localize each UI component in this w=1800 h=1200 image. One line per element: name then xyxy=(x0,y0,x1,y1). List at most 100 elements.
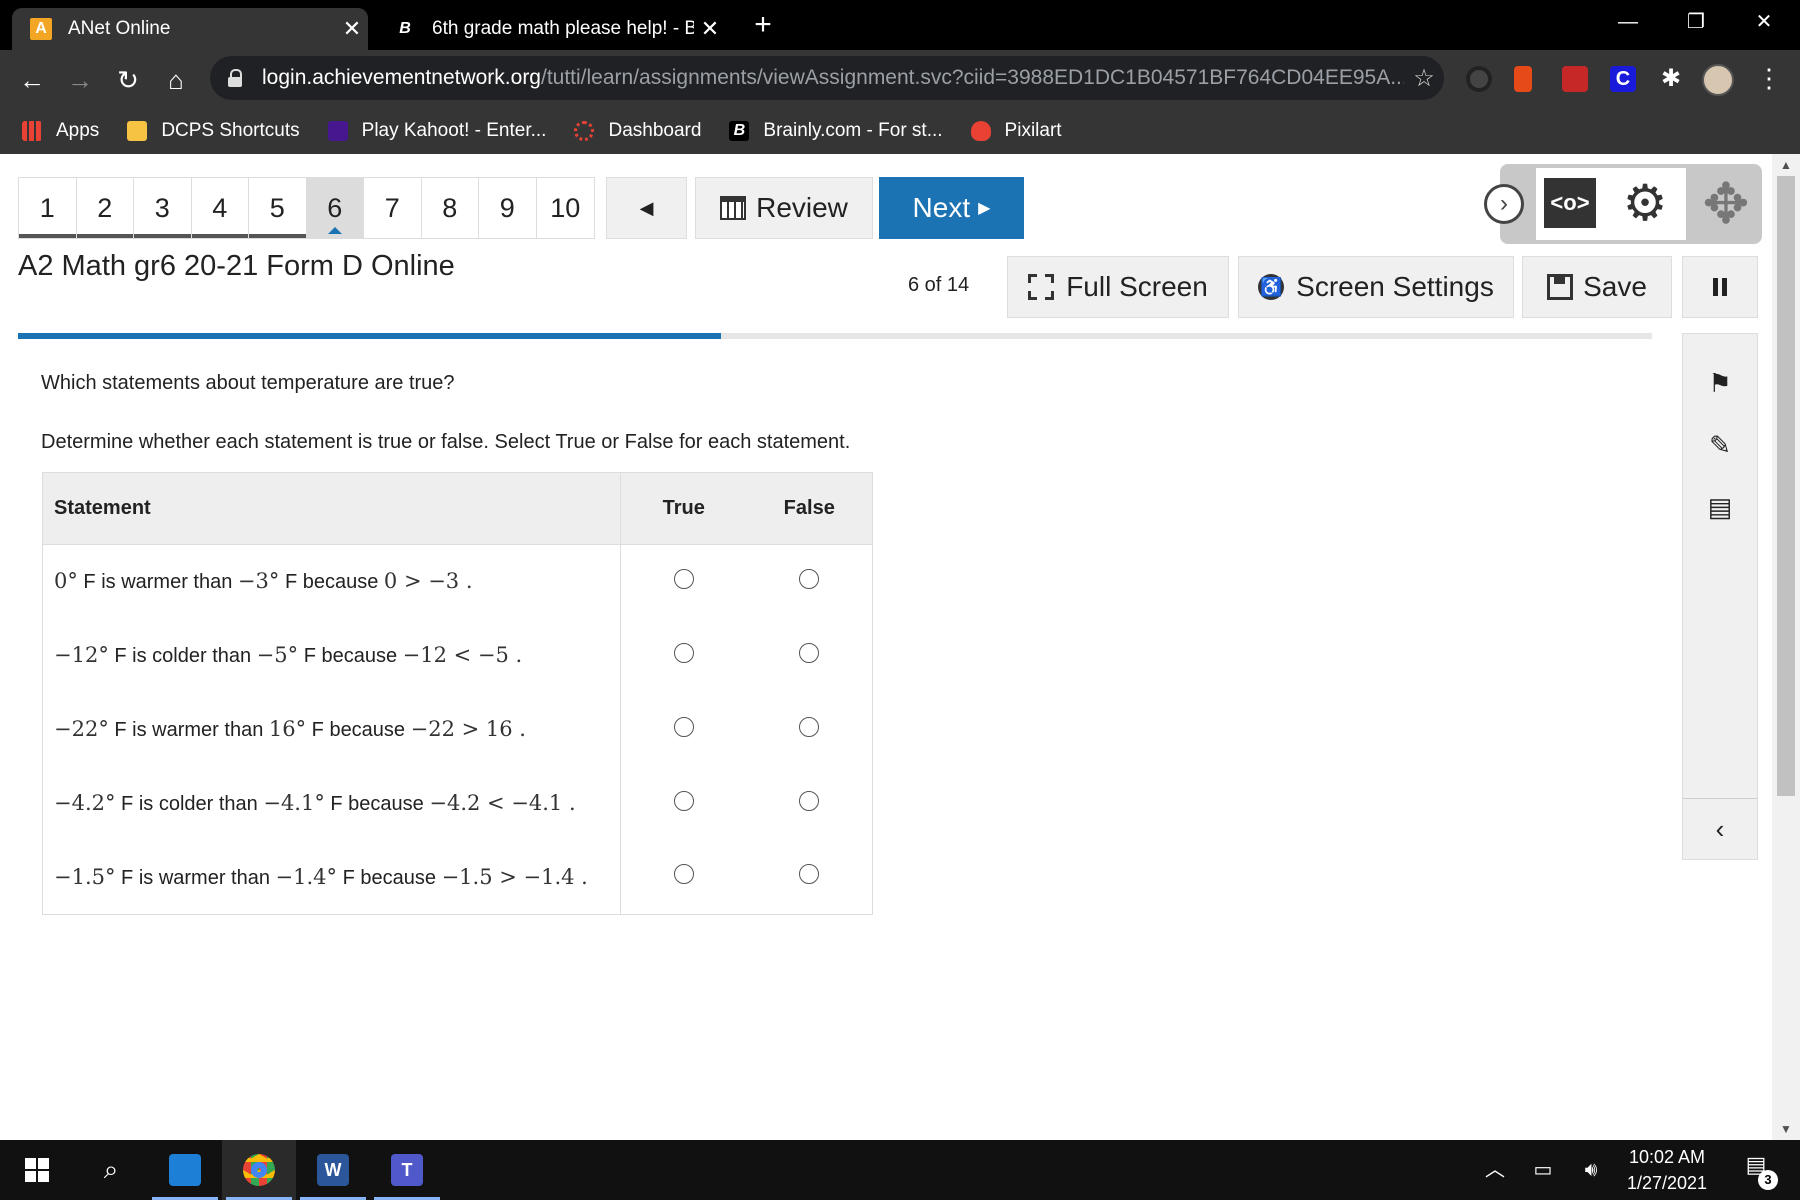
move-arrows-icon[interactable]: ✥ xyxy=(1696,176,1756,232)
bookmark-kahoot[interactable]: Play Kahoot! - Enter... xyxy=(327,120,546,142)
false-radio[interactable] xyxy=(799,716,820,737)
question-number-button[interactable]: 9 xyxy=(479,178,537,238)
minimize-window-button[interactable]: — xyxy=(1598,6,1658,38)
side-tools-bar: ⚑ ✎ ▤ ‹ xyxy=(1682,333,1758,860)
question-number-button[interactable]: 4 xyxy=(191,178,249,238)
question-number-button[interactable]: 8 xyxy=(422,178,479,238)
scroll-up-arrow-icon[interactable]: ▲ xyxy=(1772,158,1800,172)
eye-masking-icon[interactable]: <o> xyxy=(1544,178,1596,228)
reload-icon[interactable]: ↻ xyxy=(110,62,146,98)
next-button[interactable]: Next ▶ xyxy=(879,177,1024,239)
false-radio[interactable] xyxy=(799,864,820,885)
address-bar[interactable]: login.achievementnetwork.org/tutti/learn… xyxy=(210,56,1444,100)
battery-icon[interactable]: ▭ xyxy=(1528,1140,1558,1200)
true-radio[interactable] xyxy=(673,568,694,589)
question-number-button[interactable]: 2 xyxy=(76,178,134,238)
question-number-button-current[interactable]: 6 xyxy=(306,178,364,238)
bookmark-apps[interactable]: Apps xyxy=(22,120,99,142)
close-tab-icon[interactable]: ✕ xyxy=(694,16,726,42)
save-label: Save xyxy=(1583,271,1647,302)
volume-icon[interactable]: 🔊︎ xyxy=(1576,1140,1606,1200)
false-radio[interactable] xyxy=(799,568,820,589)
notification-center-icon[interactable]: ▤ 3 xyxy=(1740,1152,1778,1190)
true-radio[interactable] xyxy=(673,642,694,663)
browser-tab-brainly[interactable]: B 6th grade math please help! - Bra ✕ xyxy=(376,8,726,50)
chrome-icon xyxy=(243,1154,275,1186)
scrollbar-thumb[interactable] xyxy=(1777,176,1795,796)
full-screen-button[interactable]: Full Screen xyxy=(1007,256,1229,318)
close-tab-icon[interactable]: ✕ xyxy=(336,16,368,42)
collapse-tools-chevron-icon[interactable]: › xyxy=(1484,184,1524,224)
question-instruction: Determine whether each statement is true… xyxy=(41,431,851,453)
browser-tab-strip: A ANet Online ✕ B 6th grade math please … xyxy=(0,0,1800,50)
notepad-icon[interactable]: ▤ xyxy=(1683,482,1757,532)
question-number-button[interactable]: 3 xyxy=(134,178,192,238)
full-screen-icon xyxy=(1028,274,1055,300)
true-radio[interactable] xyxy=(673,864,694,885)
taskbar-search-button[interactable]: ⌕ xyxy=(74,1140,148,1200)
extensions-puzzle-icon[interactable]: ✱ xyxy=(1658,66,1684,92)
true-column-header: True xyxy=(620,472,747,545)
browser-toolbar: ← → ↻ ⌂ login.achievementnetwork.org/tut… xyxy=(0,50,1800,108)
extension-c-icon[interactable]: C xyxy=(1610,66,1636,92)
bookmark-star-icon[interactable]: ☆ xyxy=(1404,64,1444,93)
back-arrow-icon[interactable]: ← xyxy=(14,62,50,98)
extension-megaphone-icon[interactable] xyxy=(1514,66,1532,92)
pause-button[interactable] xyxy=(1682,256,1758,318)
page-scrollbar[interactable]: ▲ ▼ xyxy=(1772,154,1800,1140)
screen-settings-button[interactable]: ♿ Screen Settings xyxy=(1238,256,1514,318)
browser-tab-anet[interactable]: A ANet Online ✕ xyxy=(12,8,368,50)
show-hidden-icons-chevron-icon[interactable]: ︿ xyxy=(1480,1140,1510,1200)
page-title: A2 Math gr6 20-21 Form D Online xyxy=(18,250,455,282)
taskbar-teams[interactable]: T xyxy=(370,1140,444,1200)
save-disk-icon xyxy=(1547,274,1574,300)
scroll-down-arrow-icon[interactable]: ▼ xyxy=(1772,1122,1800,1136)
question-number-button[interactable]: 7 xyxy=(364,178,422,238)
question-number-button[interactable]: 5 xyxy=(249,178,307,238)
extension-circle-icon[interactable] xyxy=(1466,66,1492,92)
table-row: −12° F is colder than −5° F because −12 … xyxy=(42,618,873,693)
forward-arrow-icon[interactable]: → xyxy=(62,62,98,98)
browser-menu-icon[interactable]: ⋮ xyxy=(1756,62,1782,94)
bookmark-dashboard[interactable]: Dashboard xyxy=(574,120,701,142)
taskbar-photos[interactable] xyxy=(148,1140,222,1200)
false-column-header: False xyxy=(746,472,873,545)
true-radio[interactable] xyxy=(673,716,694,737)
save-button[interactable]: Save xyxy=(1522,256,1672,318)
calendar-icon xyxy=(720,196,747,220)
windows-taskbar: ⌕ W T ︿ ▭ 🔊︎ 10:02 AM 1/27/2021 ▤ 3 xyxy=(0,1140,1800,1200)
new-tab-button[interactable]: + xyxy=(748,8,778,42)
windows-logo-icon xyxy=(25,1158,49,1182)
apps-grid-icon xyxy=(22,121,42,141)
bookmark-brainly[interactable]: B Brainly.com - For st... xyxy=(729,120,943,142)
profile-avatar[interactable] xyxy=(1702,64,1734,96)
next-label: Next xyxy=(912,192,971,223)
table-row: 0° F is warmer than −3° F because 0 > −3… xyxy=(42,544,873,619)
tab-title: ANet Online xyxy=(68,18,171,39)
review-button[interactable]: Review xyxy=(695,177,873,239)
full-screen-label: Full Screen xyxy=(1066,271,1208,302)
flag-icon[interactable]: ⚑ xyxy=(1683,358,1757,408)
taskbar-word[interactable]: W xyxy=(296,1140,370,1200)
question-number-button[interactable]: 10 xyxy=(537,178,595,238)
answer-eliminator-icon[interactable]: ✎ xyxy=(1683,420,1757,470)
start-button[interactable] xyxy=(0,1140,74,1200)
false-radio[interactable] xyxy=(799,790,820,811)
expand-sidebar-chevron-icon[interactable]: ‹ xyxy=(1683,804,1757,854)
home-icon[interactable]: ⌂ xyxy=(158,62,194,98)
system-clock[interactable]: 10:02 AM 1/27/2021 xyxy=(1612,1144,1722,1196)
bookmarks-bar: Apps DCPS Shortcuts Play Kahoot! - Enter… xyxy=(0,108,1800,154)
taskbar-chrome[interactable] xyxy=(222,1140,296,1200)
close-window-button[interactable]: ✕ xyxy=(1734,6,1794,38)
extension-red-icon[interactable] xyxy=(1562,66,1588,92)
accessibility-icon: ♿ xyxy=(1258,274,1285,300)
question-number-button[interactable]: 1 xyxy=(19,178,77,238)
restore-window-button[interactable]: ❐ xyxy=(1666,6,1726,38)
bookmark-dcps-shortcuts[interactable]: DCPS Shortcuts xyxy=(127,120,300,142)
kahoot-icon xyxy=(327,121,348,141)
false-radio[interactable] xyxy=(799,642,820,663)
gear-icon[interactable]: ⚙ xyxy=(1620,178,1670,228)
bookmark-pixilart[interactable]: Pixilart xyxy=(970,120,1062,142)
true-radio[interactable] xyxy=(673,790,694,811)
previous-question-button[interactable]: ◀ xyxy=(606,177,687,239)
